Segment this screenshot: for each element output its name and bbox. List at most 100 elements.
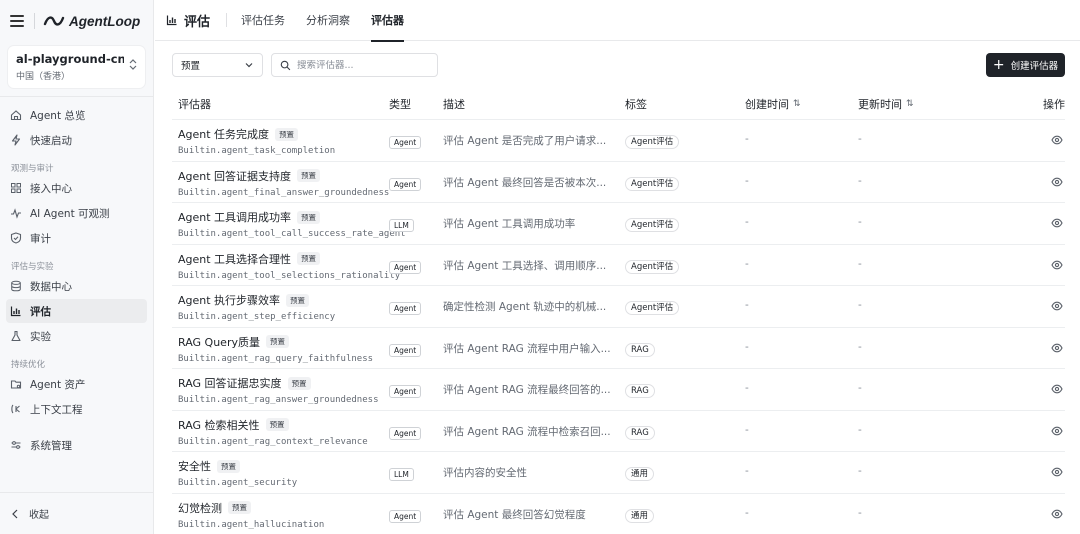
description-cell: 评估 Agent 是否完成了用户请求... bbox=[443, 135, 607, 147]
nav-evaluation[interactable]: 评估 bbox=[6, 299, 147, 323]
create-evaluator-button[interactable]: + 创建评估器 bbox=[986, 53, 1065, 77]
column-header-updated[interactable]: 更新时间 ⇅ bbox=[858, 96, 914, 112]
updated-time-cell: - bbox=[858, 506, 862, 519]
nav-label: Agent 总览 bbox=[30, 109, 86, 122]
shield-icon bbox=[10, 232, 22, 244]
evaluator-name[interactable]: Agent 执行步骤效率 bbox=[178, 292, 280, 308]
evaluator-name[interactable]: 幻觉检测 bbox=[178, 500, 222, 516]
evaluator-id: Builtin.agent_step_efficiency bbox=[178, 312, 336, 322]
evaluator-title: Agent 回答证据支持度 预置 bbox=[178, 168, 389, 184]
nav-integration-center[interactable]: 接入中心 bbox=[6, 176, 147, 200]
evaluator-name[interactable]: RAG 检索相关性 bbox=[178, 417, 260, 433]
top-bar: 评估 评估任务 分析洞察 评估器 bbox=[155, 0, 1080, 42]
column-header-actions: 操作 bbox=[1043, 98, 1065, 111]
tab-analysis-insights[interactable]: 分析洞察 bbox=[306, 0, 350, 41]
nav-group-title: 评估与实验 bbox=[11, 262, 54, 272]
view-eye-icon[interactable] bbox=[1051, 300, 1063, 312]
evaluator-name[interactable]: RAG 回答证据忠实度 bbox=[178, 375, 282, 391]
type-cell: LLM bbox=[389, 466, 414, 481]
evaluator-name[interactable]: Agent 工具调用成功率 bbox=[178, 209, 291, 225]
nav-agent-assets[interactable]: Agent 资产 bbox=[6, 372, 147, 396]
evaluator-name[interactable]: 安全性 bbox=[178, 458, 211, 474]
app-logo[interactable]: AgentLoop bbox=[43, 14, 140, 29]
type-cell: Agent bbox=[389, 508, 422, 523]
type-filter-select[interactable]: 预置 bbox=[172, 53, 263, 77]
preset-badge: 预置 bbox=[297, 210, 321, 224]
evaluator-cell: Agent 工具调用成功率 预置 Builtin.agent_tool_call_s… bbox=[178, 209, 406, 239]
collapse-sidebar-button[interactable]: 收起 bbox=[0, 492, 153, 534]
updated-time-cell: - bbox=[858, 382, 862, 394]
chevron-down-icon bbox=[245, 63, 253, 68]
table-row[interactable]: Agent 工具选择合理性 预置 Builtin.agent_tool_select… bbox=[172, 243, 1065, 286]
view-eye-icon[interactable] bbox=[1051, 425, 1063, 437]
nav-observability[interactable]: AI Agent 可观测 bbox=[6, 201, 147, 225]
type-cell: Agent bbox=[389, 134, 422, 149]
table-row[interactable]: Agent 任务完成度 预置 Builtin.agent_task_completi… bbox=[172, 119, 1065, 161]
table-row[interactable]: RAG Query质量 预置 Builtin.agent_rag_query_fai… bbox=[172, 326, 1065, 369]
preset-badge: 预置 bbox=[297, 169, 321, 182]
divider bbox=[226, 13, 228, 27]
workspace-switcher[interactable]: al-playground-cn-... 中国（香港） bbox=[8, 46, 145, 88]
label-tag: 通用 bbox=[625, 508, 655, 523]
evaluator-id: Builtin.agent_security bbox=[178, 478, 298, 488]
table-row[interactable]: RAG 检索相关性 预置 Builtin.agent_rag_context_rel… bbox=[172, 409, 1065, 452]
type-tag: LLM bbox=[389, 219, 414, 232]
view-eye-icon[interactable] bbox=[1051, 259, 1063, 271]
nav-data-center[interactable]: 数据中心 bbox=[6, 274, 147, 298]
view-eye-icon[interactable] bbox=[1051, 508, 1063, 520]
type-cell: Agent bbox=[389, 259, 422, 274]
nav-experiment[interactable]: 实验 bbox=[6, 324, 147, 348]
nav-context-engineering[interactable]: 上下文工程 bbox=[6, 397, 147, 421]
sort-icon[interactable]: ⇅ bbox=[793, 99, 801, 109]
nav-label: 快速启动 bbox=[30, 134, 72, 147]
created-time-cell: - bbox=[745, 257, 749, 270]
evaluator-title: Agent 执行步骤效率 预置 bbox=[178, 292, 335, 308]
description-cell: 评估 Agent RAG 流程中检索召回... bbox=[443, 425, 611, 438]
type-cell: LLM bbox=[389, 217, 414, 232]
table-row[interactable]: Agent 回答证据支持度 预置 Builtin.agent_final_answe… bbox=[172, 160, 1065, 203]
table-row[interactable]: Agent 工具调用成功率 预置 Builtin.agent_tool_call_s… bbox=[172, 202, 1065, 244]
table-row[interactable]: Agent 执行步骤效率 预置 Builtin.agent_step_efficie… bbox=[172, 285, 1065, 327]
label-cell: RAG bbox=[625, 424, 655, 440]
description-cell: 评估 Agent RAG 流程中用户输入... bbox=[443, 342, 611, 355]
evaluator-cell: RAG Query质量 预置 Builtin.agent_rag_query_fai… bbox=[178, 334, 373, 364]
context-icon bbox=[10, 403, 22, 415]
view-eye-icon[interactable] bbox=[1051, 176, 1063, 188]
divider bbox=[34, 13, 35, 29]
column-header-type: 类型 bbox=[389, 98, 411, 111]
sort-icon[interactable]: ⇅ bbox=[906, 99, 914, 109]
evaluator-name[interactable]: Agent 回答证据支持度 bbox=[178, 168, 291, 184]
view-eye-icon[interactable] bbox=[1051, 383, 1063, 395]
column-header-created-label: 创建时间 bbox=[745, 98, 789, 111]
view-eye-icon[interactable] bbox=[1051, 217, 1063, 229]
view-eye-icon[interactable] bbox=[1051, 466, 1063, 478]
nav-quick-start[interactable]: 快速启动 bbox=[6, 128, 147, 152]
bar-chart-icon bbox=[166, 15, 177, 26]
type-tag: Agent bbox=[389, 385, 422, 398]
evaluator-title: Agent 工具调用成功率 预置 bbox=[178, 209, 406, 225]
label-tag: Agent评估 bbox=[625, 176, 680, 191]
evaluator-name[interactable]: Agent 工具选择合理性 bbox=[178, 251, 291, 267]
view-eye-icon[interactable] bbox=[1051, 134, 1063, 146]
nav-system-management[interactable]: 系统管理 bbox=[6, 433, 147, 457]
tab-evaluators[interactable]: 评估器 bbox=[371, 0, 405, 42]
type-tag: Agent bbox=[389, 426, 422, 440]
nav-agent-overview[interactable]: Agent 总览 bbox=[6, 103, 147, 127]
table-row[interactable]: RAG 回答证据忠实度 预置 Builtin.agent_rag_answer_gr… bbox=[172, 368, 1065, 410]
evaluator-title: RAG 检索相关性 预置 bbox=[178, 417, 368, 433]
search-input[interactable] bbox=[297, 59, 427, 71]
evaluator-cell: RAG 回答证据忠实度 预置 Builtin.agent_rag_answer_gr… bbox=[178, 375, 378, 405]
search-box[interactable] bbox=[271, 53, 438, 77]
view-eye-icon[interactable] bbox=[1051, 342, 1063, 354]
nav-audit[interactable]: 审计 bbox=[6, 226, 147, 250]
table-row[interactable]: 安全性 预置 Builtin.agent_security LLM 评估内容的安全性 通用… bbox=[172, 451, 1065, 493]
created-time-cell: - bbox=[745, 423, 749, 436]
tab-evaluation-tasks[interactable]: 评估任务 bbox=[241, 0, 285, 41]
nav-label: 数据中心 bbox=[30, 280, 72, 293]
column-header-created[interactable]: 创建时间 ⇅ bbox=[745, 96, 801, 112]
label-tag: RAG bbox=[625, 342, 655, 357]
menu-icon[interactable] bbox=[10, 15, 24, 27]
evaluator-name[interactable]: Agent 任务完成度 bbox=[178, 126, 269, 142]
table-row[interactable]: 幻觉检测 预置 Builtin.agent_hallucination Agent 评估… bbox=[172, 492, 1065, 534]
evaluator-name[interactable]: RAG Query质量 bbox=[178, 334, 260, 350]
